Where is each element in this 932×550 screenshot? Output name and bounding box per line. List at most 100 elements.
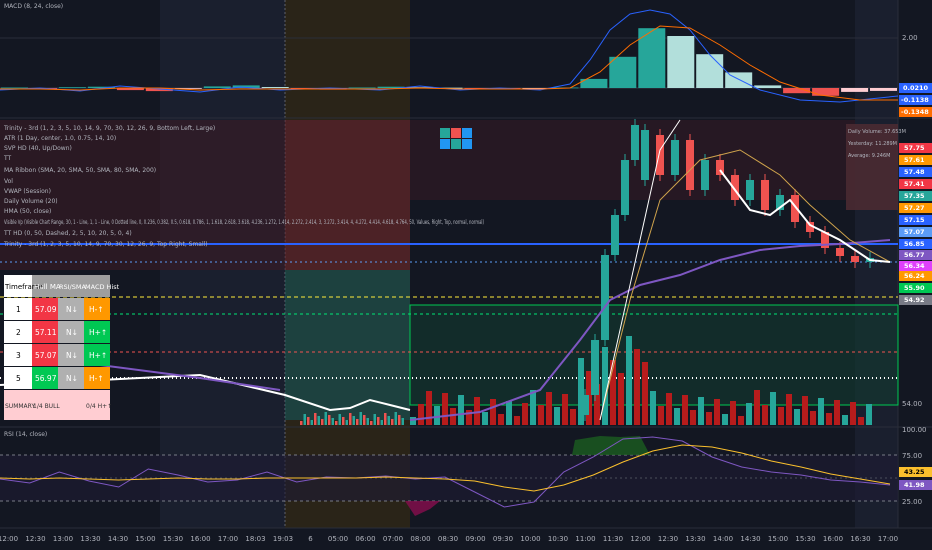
candle-body (631, 125, 639, 160)
mini-tile-6 (462, 139, 472, 149)
mini-tile-2 (451, 128, 461, 138)
tbl-summary-rsi-cell (58, 390, 84, 420)
trinity-table: Timeframe Hull MA RSI/SMA MACD Hist 1 57… (4, 275, 120, 420)
volume-bar (714, 399, 720, 425)
legend-6[interactable]: VWAP (Session) (4, 188, 51, 195)
tbl-r1-tf: 1 (16, 305, 21, 314)
legend-2[interactable]: SVP HD (40, Up/Down) (4, 145, 72, 152)
vp-zone-lower (285, 270, 410, 420)
macd-hist-bar (203, 86, 231, 88)
time-tick: 6 (308, 535, 313, 543)
volume-bar (342, 417, 345, 425)
price-badge-text: 57.27 (904, 204, 925, 212)
legend-1[interactable]: ATR (1 Day, center, 1.0, 0.75, 14, 10) (4, 135, 116, 142)
time-tick: 14:00 (713, 535, 733, 543)
legend-0[interactable]: Trinity - 3rd (1, 2, 3, 5, 10, 14, 9, 70… (3, 125, 215, 132)
volume-bar (642, 362, 648, 425)
volume-bar (356, 419, 359, 425)
legend-11[interactable]: Trinity - 3rd (1, 2, 3, 5, 10, 14, 9, 70… (3, 241, 208, 248)
time-tick: 15:30 (163, 535, 183, 543)
macd-badge-1-text: 0.0210 (903, 84, 929, 92)
volume-bar (650, 391, 656, 425)
price-badge-text: 56.24 (904, 272, 925, 280)
daily-volume-total: Daily Volume: 37.653M (848, 129, 906, 135)
volume-bar (530, 390, 536, 425)
volume-bar (307, 417, 310, 425)
time-tick: 16:30 (850, 535, 870, 543)
volume-bar (380, 420, 383, 425)
volume-bar (384, 413, 387, 425)
volume-bar (546, 392, 552, 425)
candle-body (591, 340, 599, 395)
volume-bar (746, 403, 752, 425)
daily-volume-average: Average: 9.246M (848, 153, 890, 159)
tbl-r1-hull: 57.09 (35, 305, 57, 314)
candle-body (701, 160, 709, 190)
legend-8[interactable]: HMA (50, close) (4, 208, 51, 215)
macd-hist-bar (609, 56, 637, 88)
time-tick: 13:30 (685, 535, 705, 543)
tbl-summary-macd: 0/4 H+↑ (86, 403, 112, 410)
macd-badge-2-text: -0.1138 (901, 96, 929, 104)
mini-tile-3 (462, 128, 472, 138)
legend-9[interactable]: Visible Vp (Visible Chart Range, 30, 1 -… (4, 219, 484, 226)
rsi-tick-25: 25.00 (902, 498, 922, 506)
macd-hist-bar (1, 87, 28, 89)
macd-hist-bar (870, 88, 897, 91)
support-zone (410, 305, 898, 405)
legend-3[interactable]: TT (3, 155, 12, 162)
macd-hist-bar (348, 87, 376, 89)
rsi-label: RSI (14, close) (4, 431, 47, 438)
volume-bar (658, 406, 664, 425)
volume-bar (490, 399, 496, 425)
legend-7[interactable]: Daily Volume (20) (4, 198, 58, 205)
volume-bar (303, 414, 306, 425)
volume-bar (324, 412, 327, 425)
volume-bar (474, 397, 480, 425)
volume-bar (373, 414, 376, 425)
volume-bar (328, 415, 331, 425)
time-tick: 06:00 (355, 535, 375, 543)
volume-bar (786, 394, 792, 425)
candle-body (656, 135, 664, 175)
price-badge-text: 57.15 (904, 216, 925, 224)
time-tick: 14:30 (108, 535, 128, 543)
time-axis[interactable]: 12:00 12:30 13:00 13:30 14:30 15:00 15:30 16:00… (0, 535, 898, 543)
time-tick: 07:00 (383, 535, 403, 543)
volume-bar (498, 414, 504, 425)
volume-bar (682, 395, 688, 425)
macd-hist-bar (667, 36, 695, 88)
candle-body (641, 130, 649, 180)
volume-bar (794, 409, 800, 425)
price-badge-text: 57.48 (904, 168, 925, 176)
volume-bar (562, 394, 568, 425)
legend-4[interactable]: MA Ribbon (SMA, 20, SMA, 50, SMA, 80, SM… (4, 167, 156, 174)
rsi-badge-sma-text: 43.25 (904, 468, 925, 476)
tbl-header-hull: Hull MA (34, 283, 61, 291)
volume-bar (442, 393, 448, 425)
volume-bar (482, 412, 488, 425)
volume-bar (730, 401, 736, 425)
volume-bar (300, 421, 303, 425)
volume-bar (858, 417, 864, 425)
time-tick: 15:30 (795, 535, 815, 543)
price-badge-text: 57.35 (904, 192, 925, 200)
price-badge-text: 55.90 (904, 284, 925, 292)
volume-bar (321, 419, 324, 425)
time-tick: 10:00 (520, 535, 540, 543)
tbl-r2-rsi: N↓ (66, 328, 78, 337)
mini-tile-5 (451, 139, 461, 149)
tbl-r4-macd: H-↑ (89, 374, 104, 383)
rsi-badge-rsi-text: 41.98 (904, 481, 925, 489)
time-tick: 09:00 (465, 535, 485, 543)
rsi-overbought-fill (572, 436, 650, 455)
rsi-tick-75: 75.00 (902, 452, 922, 460)
extended-hours-shade-right (855, 0, 898, 528)
price-badge-text: 57.07 (904, 228, 925, 236)
price-badges: 57.75 57.61 57.48 57.41 57.35 57.27 57.15 57.07… (899, 143, 932, 305)
legend-5[interactable]: Vol (4, 178, 13, 185)
legend-10[interactable]: TT HD (0, 50, Dashed, 2, 5, 10, 20, 5, 0… (3, 230, 132, 237)
volume-bar (738, 416, 744, 425)
volume-bar (363, 415, 366, 425)
candle-body (611, 215, 619, 255)
